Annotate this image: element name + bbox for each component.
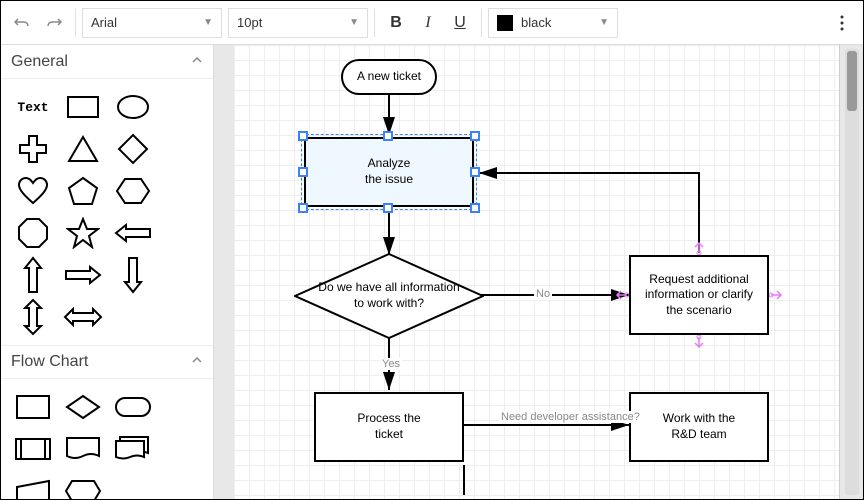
edge-label: No (534, 288, 552, 300)
more-button[interactable] (827, 8, 857, 38)
chevron-up-icon (191, 353, 203, 371)
node-label: Request additional information or clarif… (645, 272, 753, 319)
color-select[interactable]: black ▼ (488, 8, 618, 38)
shape-ellipse[interactable] (109, 87, 157, 127)
italic-button[interactable]: I (413, 8, 443, 38)
size-select-value: 10pt (237, 15, 341, 30)
edge-label: Yes (380, 358, 402, 370)
canvas-wrap: A new ticket Analyze the issue (214, 45, 863, 499)
resize-handle[interactable] (383, 131, 393, 141)
node-terminator[interactable]: A new ticket (341, 59, 437, 95)
underline-button[interactable]: U (445, 8, 475, 38)
shape-arrow-left[interactable] (109, 213, 157, 253)
scrollbar-track[interactable] (845, 49, 859, 495)
shape-fc-manualinput[interactable] (9, 471, 57, 499)
shape-octagon[interactable] (9, 213, 57, 253)
resize-handle[interactable] (298, 203, 308, 213)
bold-button[interactable]: B (381, 8, 411, 38)
toolbar: Arial ▼ 10pt ▼ B I U black ▼ (1, 1, 863, 45)
shape-rectangle[interactable] (59, 87, 107, 127)
canvas-gutter (214, 45, 234, 499)
shape-diamond[interactable] (109, 129, 157, 169)
node-label: Process the ticket (357, 411, 420, 442)
shape-fc-document[interactable] (59, 429, 107, 469)
font-select[interactable]: Arial ▼ (82, 8, 222, 38)
chevron-down-icon: ▼ (203, 17, 213, 28)
section-title: Flow Chart (11, 353, 88, 371)
scrollbar-thumb[interactable] (847, 51, 857, 111)
node-label: Do we have all information to work with? (294, 253, 484, 339)
shape-fc-terminator[interactable] (109, 387, 157, 427)
sidebar: General Text Flow Chart (1, 45, 214, 499)
shape-text[interactable]: Text (9, 87, 57, 127)
section-title: General (11, 53, 68, 71)
resize-handle[interactable] (298, 131, 308, 141)
node-process[interactable]: Process the ticket (314, 392, 464, 462)
resize-handle[interactable] (298, 167, 308, 177)
resize-handle[interactable] (470, 131, 480, 141)
shape-star[interactable] (59, 213, 107, 253)
node-process[interactable]: Request additional information or clarif… (629, 255, 769, 335)
shape-cross[interactable] (9, 129, 57, 169)
connection-handle-icon[interactable] (611, 288, 629, 305)
connection-handle-icon[interactable] (692, 237, 706, 258)
shape-arrow-updown[interactable] (9, 297, 57, 337)
node-label: Work with the R&D team (663, 411, 735, 442)
shape-arrow-right[interactable] (59, 255, 107, 295)
shape-arrow-down[interactable] (109, 255, 157, 295)
resize-handle[interactable] (470, 167, 480, 177)
shape-arrow-leftright[interactable] (59, 297, 107, 337)
shape-fc-decision[interactable] (59, 387, 107, 427)
font-select-value: Arial (91, 15, 195, 30)
shapes-grid-flowchart (1, 379, 213, 499)
edge-label: Need developer assistance? (499, 411, 642, 423)
main: General Text Flow Chart (1, 45, 863, 499)
node-label: A new ticket (357, 69, 421, 85)
resize-handle[interactable] (470, 203, 480, 213)
redo-button[interactable] (39, 8, 69, 38)
connection-handle-icon[interactable] (692, 335, 706, 356)
size-select[interactable]: 10pt ▼ (228, 8, 368, 38)
node-decision[interactable]: Do we have all information to work with? (294, 253, 484, 339)
chevron-down-icon: ▼ (599, 17, 609, 28)
chevron-down-icon: ▼ (349, 17, 359, 28)
shape-fc-multidoc[interactable] (109, 429, 157, 469)
color-select-value: black (521, 15, 591, 30)
shape-fc-process[interactable] (9, 387, 57, 427)
connection-handle-icon[interactable] (769, 288, 787, 305)
canvas[interactable]: A new ticket Analyze the issue (234, 45, 863, 499)
shape-triangle[interactable] (59, 129, 107, 169)
shape-fc-predefined[interactable] (9, 429, 57, 469)
chevron-up-icon (191, 53, 203, 71)
shape-heart[interactable] (9, 171, 57, 211)
undo-button[interactable] (7, 8, 37, 38)
shape-arrow-up[interactable] (9, 255, 57, 295)
section-header-general[interactable]: General (1, 45, 213, 79)
section-header-flowchart[interactable]: Flow Chart (1, 345, 213, 379)
color-swatch (497, 15, 513, 31)
shapes-grid-general: Text (1, 79, 213, 345)
shape-pentagon[interactable] (59, 171, 107, 211)
node-process-selected[interactable]: Analyze the issue (304, 137, 474, 207)
shape-hexagon[interactable] (109, 171, 157, 211)
shape-fc-preparation[interactable] (59, 471, 107, 499)
right-gutter (839, 45, 863, 499)
canvas-scroll[interactable]: A new ticket Analyze the issue (214, 45, 863, 499)
node-process[interactable]: Work with the R&D team (629, 392, 769, 462)
node-label: Analyze the issue (365, 156, 413, 187)
resize-handle[interactable] (383, 203, 393, 213)
